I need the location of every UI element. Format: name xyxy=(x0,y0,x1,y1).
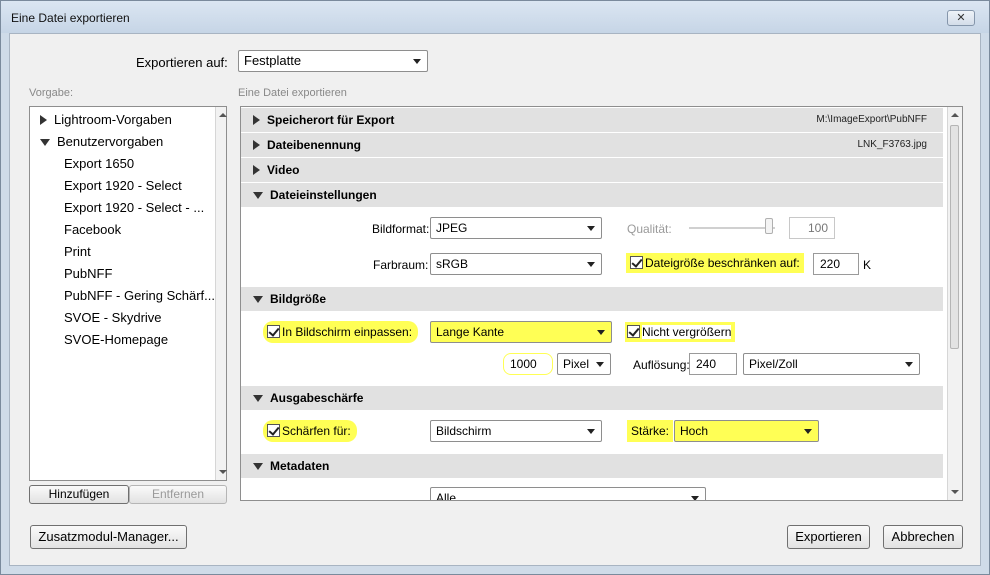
preset-item[interactable]: Export 1650 xyxy=(64,153,134,175)
chevron-down-icon xyxy=(804,429,812,434)
section-file-settings[interactable]: Dateieinstellungen xyxy=(241,183,943,207)
section-export-location[interactable]: Speicherort für Export M:\ImageExport\Pu… xyxy=(241,108,943,132)
export-button[interactable]: Exportieren xyxy=(787,525,870,549)
add-preset-button[interactable]: Hinzufügen xyxy=(29,485,129,504)
scrollbar-thumb[interactable] xyxy=(950,125,959,349)
section-video[interactable]: Video xyxy=(241,158,943,182)
title-bar[interactable]: Eine Datei exportieren ✕ xyxy=(1,1,989,33)
size-unit-select[interactable]: Pixel xyxy=(557,353,611,375)
limit-size-checkbox[interactable]: Dateigröße beschränken auf: xyxy=(626,253,804,273)
file-name-preview: LNK_F3763.jpg xyxy=(857,139,928,150)
quality-slider-track[interactable] xyxy=(689,227,775,229)
checkbox-checked-icon xyxy=(630,256,643,269)
export-location-path: M:\ImageExport\PubNFF xyxy=(816,114,927,125)
amount-select[interactable]: Hoch xyxy=(674,420,819,442)
chevron-down-icon xyxy=(596,362,604,367)
preset-folder-user[interactable]: Benutzervorgaben xyxy=(40,131,163,153)
preset-folder-lightroom[interactable]: Lightroom-Vorgaben xyxy=(40,109,172,131)
dialog-client-area: Exportieren auf: Festplatte Vorgabe: Lig… xyxy=(9,33,981,566)
export-to-label: Exportieren auf: xyxy=(136,55,228,70)
section-file-naming[interactable]: Dateibenennung LNK_F3763.jpg xyxy=(241,133,943,157)
collapse-arrow-icon xyxy=(253,192,263,199)
preset-item[interactable]: SVOE-Homepage xyxy=(64,329,168,351)
preset-item[interactable]: Export 1920 - Select xyxy=(64,175,182,197)
collapse-arrow-icon xyxy=(253,296,263,303)
chevron-down-icon xyxy=(691,496,699,500)
expand-arrow-icon xyxy=(253,140,260,150)
scroll-down-icon xyxy=(219,470,227,474)
main-panel-header: Eine Datei exportieren xyxy=(238,87,347,99)
preset-scrollbar[interactable] xyxy=(215,107,227,480)
preset-item[interactable]: PubNFF - Gering Schärf... xyxy=(64,285,215,307)
resolution-label: Auflösung: xyxy=(633,358,690,372)
checkbox-checked-icon xyxy=(627,325,640,338)
quality-slider-thumb[interactable] xyxy=(765,218,773,234)
fit-mode-select[interactable]: Lange Kante xyxy=(430,321,612,343)
size-input[interactable]: 1000 xyxy=(503,353,553,375)
checkbox-checked-icon xyxy=(267,424,280,437)
chevron-down-icon xyxy=(587,226,595,231)
fit-screen-checkbox[interactable]: In Bildschirm einpassen: xyxy=(263,321,419,343)
preset-list: Lightroom-Vorgaben Benutzervorgaben Expo… xyxy=(29,106,227,481)
expand-arrow-icon xyxy=(253,165,260,175)
scroll-up-icon xyxy=(951,113,959,117)
expand-arrow-icon xyxy=(40,115,47,125)
window-title: Eine Datei exportieren xyxy=(11,11,130,25)
section-image-sizing[interactable]: Bildgröße xyxy=(241,287,943,311)
colorspace-label: Farbraum: xyxy=(373,258,429,272)
chevron-down-icon xyxy=(587,262,595,267)
quality-input[interactable]: 100 xyxy=(789,217,835,239)
chevron-down-icon xyxy=(587,429,595,434)
preset-item[interactable]: SVOE - Skydrive xyxy=(64,307,162,329)
quality-label: Qualität: xyxy=(627,222,672,236)
format-label: Bildformat: xyxy=(372,222,430,236)
preset-item[interactable]: Facebook xyxy=(64,219,121,241)
amount-label: Stärke: xyxy=(627,420,674,442)
export-to-select[interactable]: Festplatte xyxy=(238,50,428,72)
export-settings-panel: Speicherort für Export M:\ImageExport\Pu… xyxy=(240,106,963,501)
no-enlarge-checkbox[interactable]: Nicht vergrößern xyxy=(625,322,736,342)
expand-arrow-icon xyxy=(253,115,260,125)
export-dialog-window: Eine Datei exportieren ✕ Exportieren auf… xyxy=(0,0,990,575)
plugin-manager-button[interactable]: Zusatzmodul-Manager... xyxy=(30,525,187,549)
section-metadata[interactable]: Metadaten xyxy=(241,454,943,478)
preset-item[interactable]: Print xyxy=(64,241,91,263)
settings-scrollbar[interactable] xyxy=(947,107,962,500)
limit-size-unit: K xyxy=(863,258,872,272)
resolution-unit-select[interactable]: Pixel/Zoll xyxy=(743,353,920,375)
collapse-arrow-icon xyxy=(253,395,263,402)
metadata-select[interactable]: Alle xyxy=(430,487,706,500)
cancel-button[interactable]: Abbrechen xyxy=(883,525,963,549)
chevron-down-icon xyxy=(905,362,913,367)
limit-size-input[interactable]: 220 xyxy=(813,253,859,275)
format-select[interactable]: JPEG xyxy=(430,217,602,239)
export-to-value: Festplatte xyxy=(244,53,302,68)
sharpen-checkbox[interactable]: Schärfen für: xyxy=(263,420,357,442)
resolution-input[interactable]: 240 xyxy=(689,353,737,375)
chevron-down-icon xyxy=(597,330,605,335)
scroll-up-icon xyxy=(219,113,227,117)
colorspace-select[interactable]: sRGB xyxy=(430,253,602,275)
chevron-down-icon xyxy=(413,59,421,64)
preset-item[interactable]: Export 1920 - Select - ... xyxy=(64,197,204,219)
preset-item[interactable]: PubNFF xyxy=(64,263,112,285)
section-output-sharpening[interactable]: Ausgabeschärfe xyxy=(241,386,943,410)
remove-preset-button[interactable]: Entfernen xyxy=(129,485,227,504)
checkbox-checked-icon xyxy=(267,325,280,338)
collapse-arrow-icon xyxy=(253,463,263,470)
scroll-down-icon xyxy=(951,490,959,494)
close-icon: ✕ xyxy=(956,12,966,24)
sharpen-target-select[interactable]: Bildschirm xyxy=(430,420,602,442)
collapse-arrow-icon xyxy=(40,139,50,146)
preset-header: Vorgabe: xyxy=(29,87,74,99)
close-button[interactable]: ✕ xyxy=(947,10,975,26)
